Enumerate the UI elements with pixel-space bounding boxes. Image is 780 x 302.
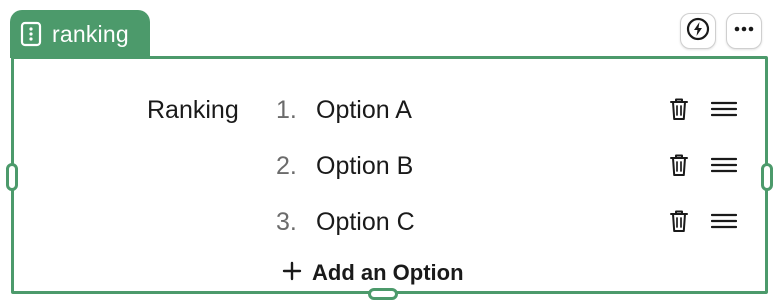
block-type-label: ranking (52, 20, 129, 47)
drag-handle-icon[interactable] (710, 96, 738, 122)
option-number: 3. (276, 208, 297, 236)
option-text[interactable]: Option A (316, 96, 412, 125)
resize-handle-bottom[interactable] (368, 288, 398, 300)
trash-icon[interactable] (666, 206, 692, 236)
resize-handle-right[interactable] (761, 163, 773, 191)
trash-icon[interactable] (666, 150, 692, 180)
block-type-tab[interactable]: ranking (10, 10, 150, 58)
option-text[interactable]: Option C (316, 208, 415, 237)
resize-handle-left[interactable] (6, 163, 18, 191)
plus-icon (282, 261, 302, 286)
option-text[interactable]: Option B (316, 152, 413, 181)
drag-handle-icon[interactable] (710, 208, 738, 234)
trash-icon[interactable] (666, 94, 692, 124)
logic-button[interactable] (680, 13, 716, 49)
more-horizontal-icon (732, 17, 756, 46)
option-number: 2. (276, 152, 297, 180)
option-number: 1. (276, 96, 297, 124)
question-label: Ranking (147, 96, 239, 124)
add-option-label: Add an Option (312, 260, 464, 285)
more-options-button[interactable] (726, 13, 762, 49)
add-option-button[interactable]: Add an Option (282, 258, 464, 288)
form-field-icon (20, 21, 42, 47)
lightning-icon (686, 17, 710, 46)
drag-handle-icon[interactable] (710, 152, 738, 178)
